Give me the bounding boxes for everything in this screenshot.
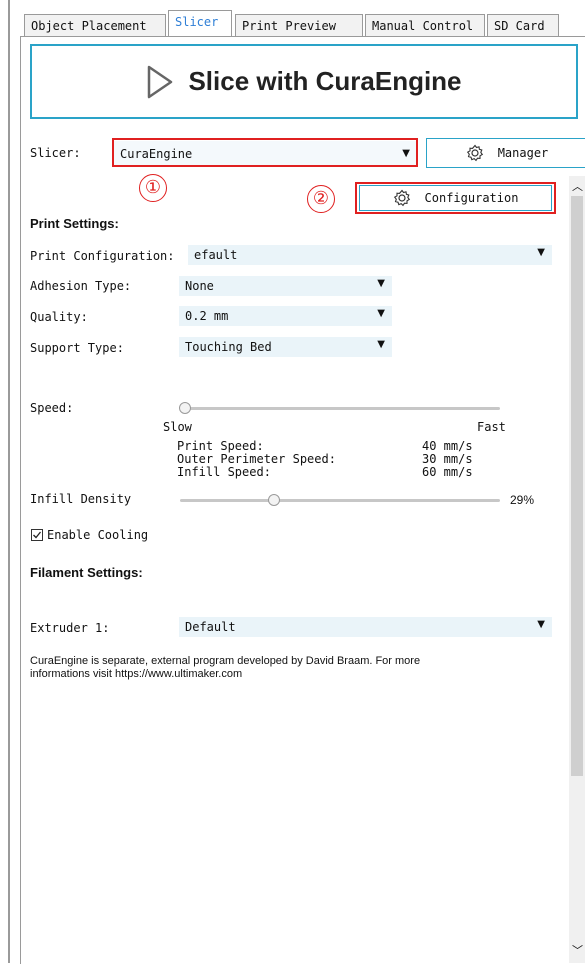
adhesion-type-value: None	[185, 279, 214, 293]
filament-settings-heading: Filament Settings:	[30, 565, 143, 580]
chevron-down-icon: ▼	[377, 308, 385, 319]
adhesion-type-label: Adhesion Type:	[30, 279, 132, 293]
support-type-label: Support Type:	[30, 341, 124, 355]
chevron-down-icon: ▼	[377, 339, 385, 350]
play-icon	[148, 65, 173, 98]
tab-sd-card[interactable]: SD Card	[487, 14, 559, 36]
quality-label: Quality:	[30, 310, 88, 324]
slice-button[interactable]: Slice with CuraEngine	[30, 44, 578, 119]
info-text-line-1: CuraEngine is separate, external program…	[30, 655, 421, 667]
infill-speed-value: 60 mm/s	[422, 465, 473, 479]
scrollbar-thumb[interactable]	[571, 196, 583, 776]
checkmark-icon	[33, 531, 42, 539]
window-edge	[8, 0, 10, 963]
support-type-select[interactable]: Touching Bed ▼	[179, 337, 392, 357]
tab-print-preview[interactable]: Print Preview	[235, 14, 363, 36]
chevron-down-icon: ▼	[537, 247, 545, 258]
speed-fast-label: Fast	[477, 420, 506, 434]
infill-density-slider-thumb[interactable]	[268, 494, 280, 506]
infill-density-label: Infill Density	[30, 492, 132, 506]
infill-density-slider-track[interactable]	[180, 499, 500, 502]
extruder-1-label: Extruder 1:	[30, 621, 110, 635]
annotation-number-2: ②	[307, 185, 335, 213]
speed-label: Speed:	[30, 401, 74, 415]
speed-slow-label: Slow	[163, 420, 192, 434]
scrollbar[interactable]: ︿ ﹀	[569, 176, 585, 963]
quality-select[interactable]: 0.2 mm ▼	[179, 306, 392, 326]
speed-slider-thumb[interactable]	[179, 402, 191, 414]
manager-button[interactable]: Manager	[426, 138, 585, 168]
scroll-up-icon[interactable]: ︿	[572, 178, 583, 194]
speed-slider-track[interactable]	[180, 407, 500, 410]
print-configuration-label: Print Configuration:	[30, 249, 175, 263]
print-configuration-select[interactable]: efault ▼	[188, 245, 552, 265]
slicer-label: Slicer:	[30, 146, 81, 160]
chevron-down-icon: ▼	[537, 619, 545, 630]
infill-speed-label: Infill Speed:	[177, 465, 271, 479]
tab-object-placement[interactable]: Object Placement	[24, 14, 166, 36]
tab-manual-control[interactable]: Manual Control	[365, 14, 485, 36]
print-configuration-value: efault	[194, 248, 238, 262]
infill-density-value: 29%	[510, 493, 535, 507]
extruder-1-value: Default	[185, 620, 236, 634]
adhesion-type-select[interactable]: None ▼	[179, 276, 392, 296]
annotation-box-1	[112, 138, 418, 167]
enable-cooling-label: Enable Cooling	[47, 528, 149, 542]
enable-cooling-checkbox[interactable]	[31, 529, 43, 541]
tab-slicer[interactable]: Slicer	[168, 10, 232, 38]
annotation-box-2	[355, 182, 556, 214]
quality-value: 0.2 mm	[185, 309, 229, 323]
annotation-number-1: ①	[139, 174, 167, 202]
print-settings-heading: Print Settings:	[30, 216, 119, 231]
extruder-1-select[interactable]: Default ▼	[179, 617, 552, 637]
slice-button-label: Slice with CuraEngine	[188, 66, 462, 96]
support-type-value: Touching Bed	[185, 340, 272, 354]
gear-icon	[466, 144, 483, 162]
chevron-down-icon: ▼	[377, 278, 385, 289]
manager-button-label: Manager	[497, 146, 549, 160]
scroll-down-icon[interactable]: ﹀	[572, 942, 583, 958]
info-text-line-2: informations visit https://www.ultimaker…	[30, 668, 243, 680]
